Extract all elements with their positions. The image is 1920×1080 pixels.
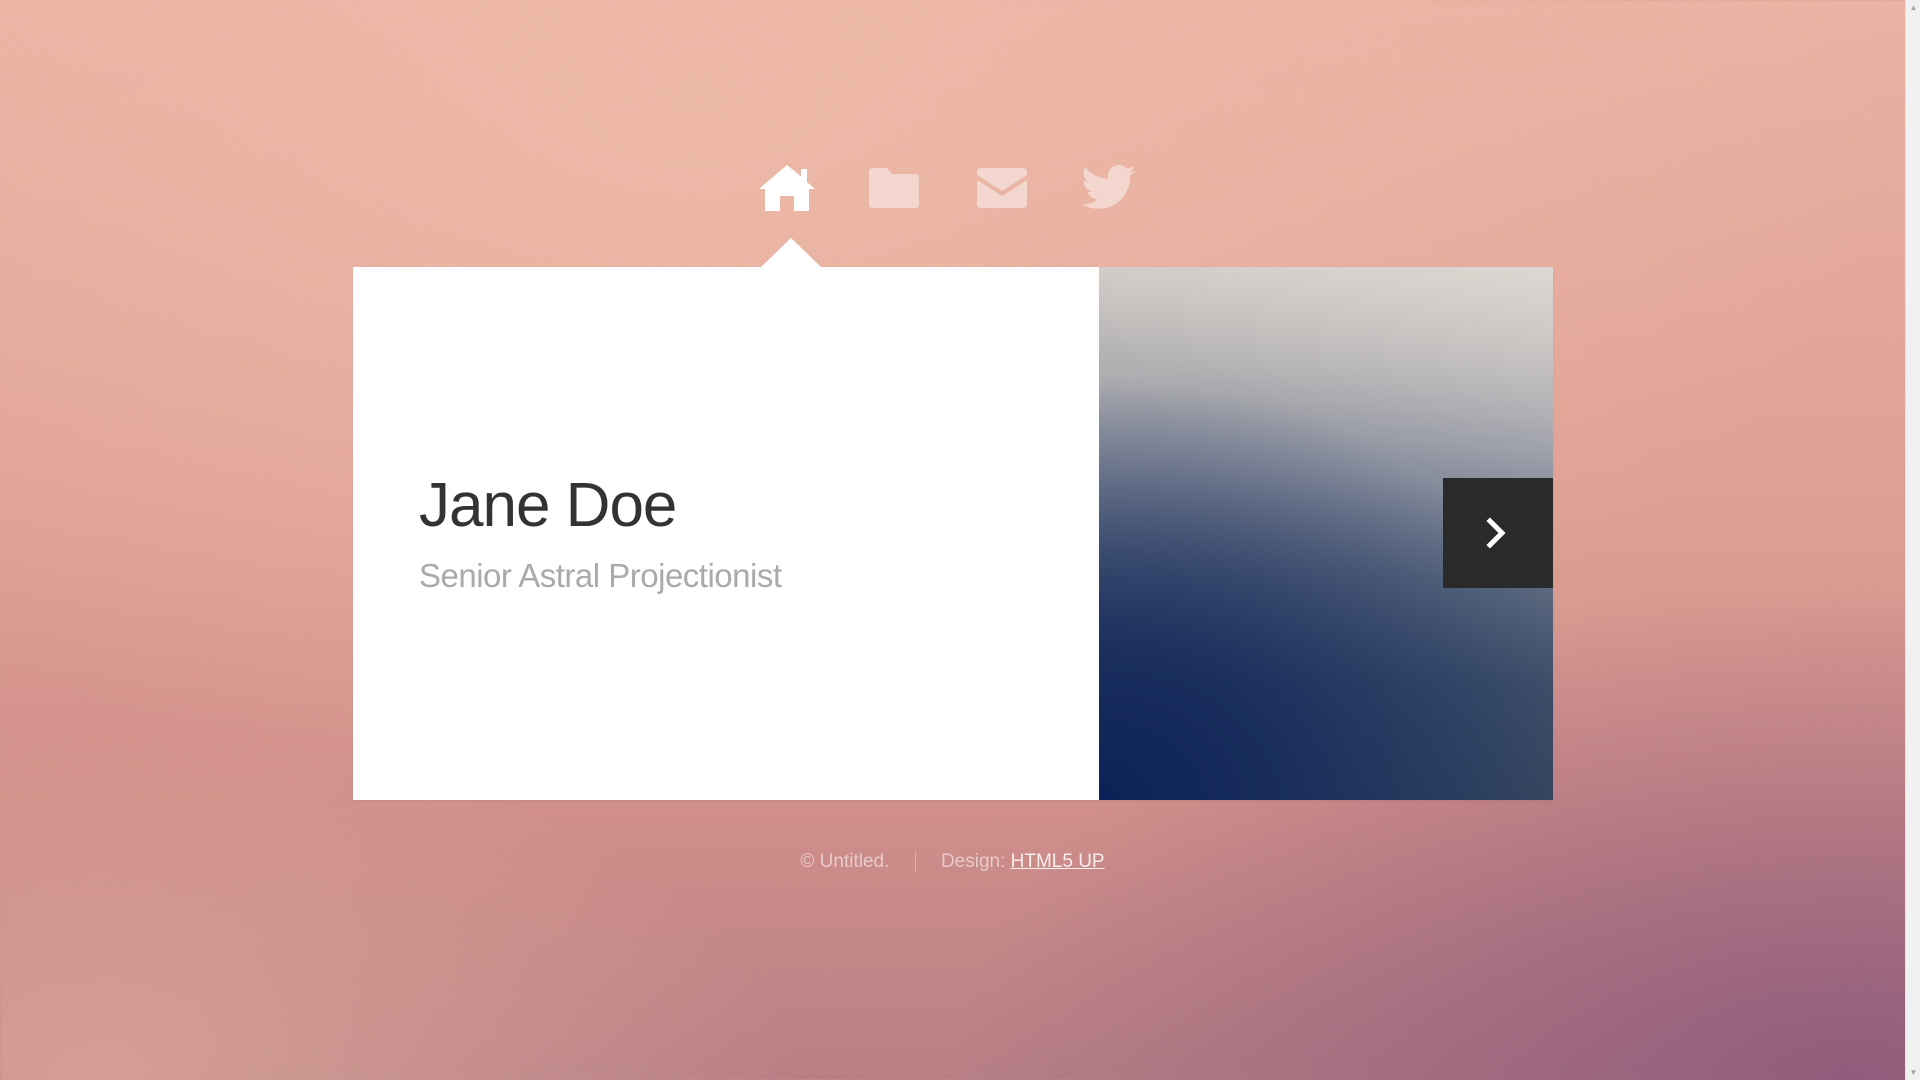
- main-nav: [755, 158, 1155, 218]
- nav-item-twitter[interactable]: [1077, 158, 1141, 218]
- next-button[interactable]: [1443, 478, 1553, 588]
- scroll-up-arrow-icon[interactable]: ▲: [1906, 0, 1920, 15]
- nav-item-home[interactable]: [755, 158, 819, 218]
- profile-title: Senior Astral Projectionist: [419, 557, 782, 594]
- profile-card: Jane Doe Senior Astral Projectionist: [353, 267, 1553, 800]
- envelope-icon: [977, 168, 1027, 208]
- active-nav-pointer: [761, 238, 821, 267]
- nav-item-portfolio[interactable]: [862, 158, 926, 218]
- vertical-scrollbar[interactable]: ▲ ▼: [1905, 0, 1920, 1080]
- chevron-right-icon: [1486, 517, 1506, 549]
- twitter-icon: [1081, 165, 1136, 209]
- footer: © Untitled. Design: HTML5 UP: [0, 851, 1905, 873]
- copyright-text: © Untitled.: [800, 851, 890, 872]
- profile-name: Jane Doe: [419, 471, 677, 540]
- folder-icon: [869, 168, 919, 208]
- nav-item-contact[interactable]: [970, 158, 1034, 218]
- profile-image: [1099, 267, 1553, 800]
- home-icon: [759, 165, 815, 211]
- profile-card-content: Jane Doe Senior Astral Projectionist: [353, 267, 1099, 800]
- footer-divider: [914, 851, 916, 872]
- scroll-down-arrow-icon[interactable]: ▼: [1906, 1065, 1920, 1080]
- design-label: Design:: [940, 851, 1006, 872]
- design-link[interactable]: HTML5 UP: [1011, 851, 1105, 872]
